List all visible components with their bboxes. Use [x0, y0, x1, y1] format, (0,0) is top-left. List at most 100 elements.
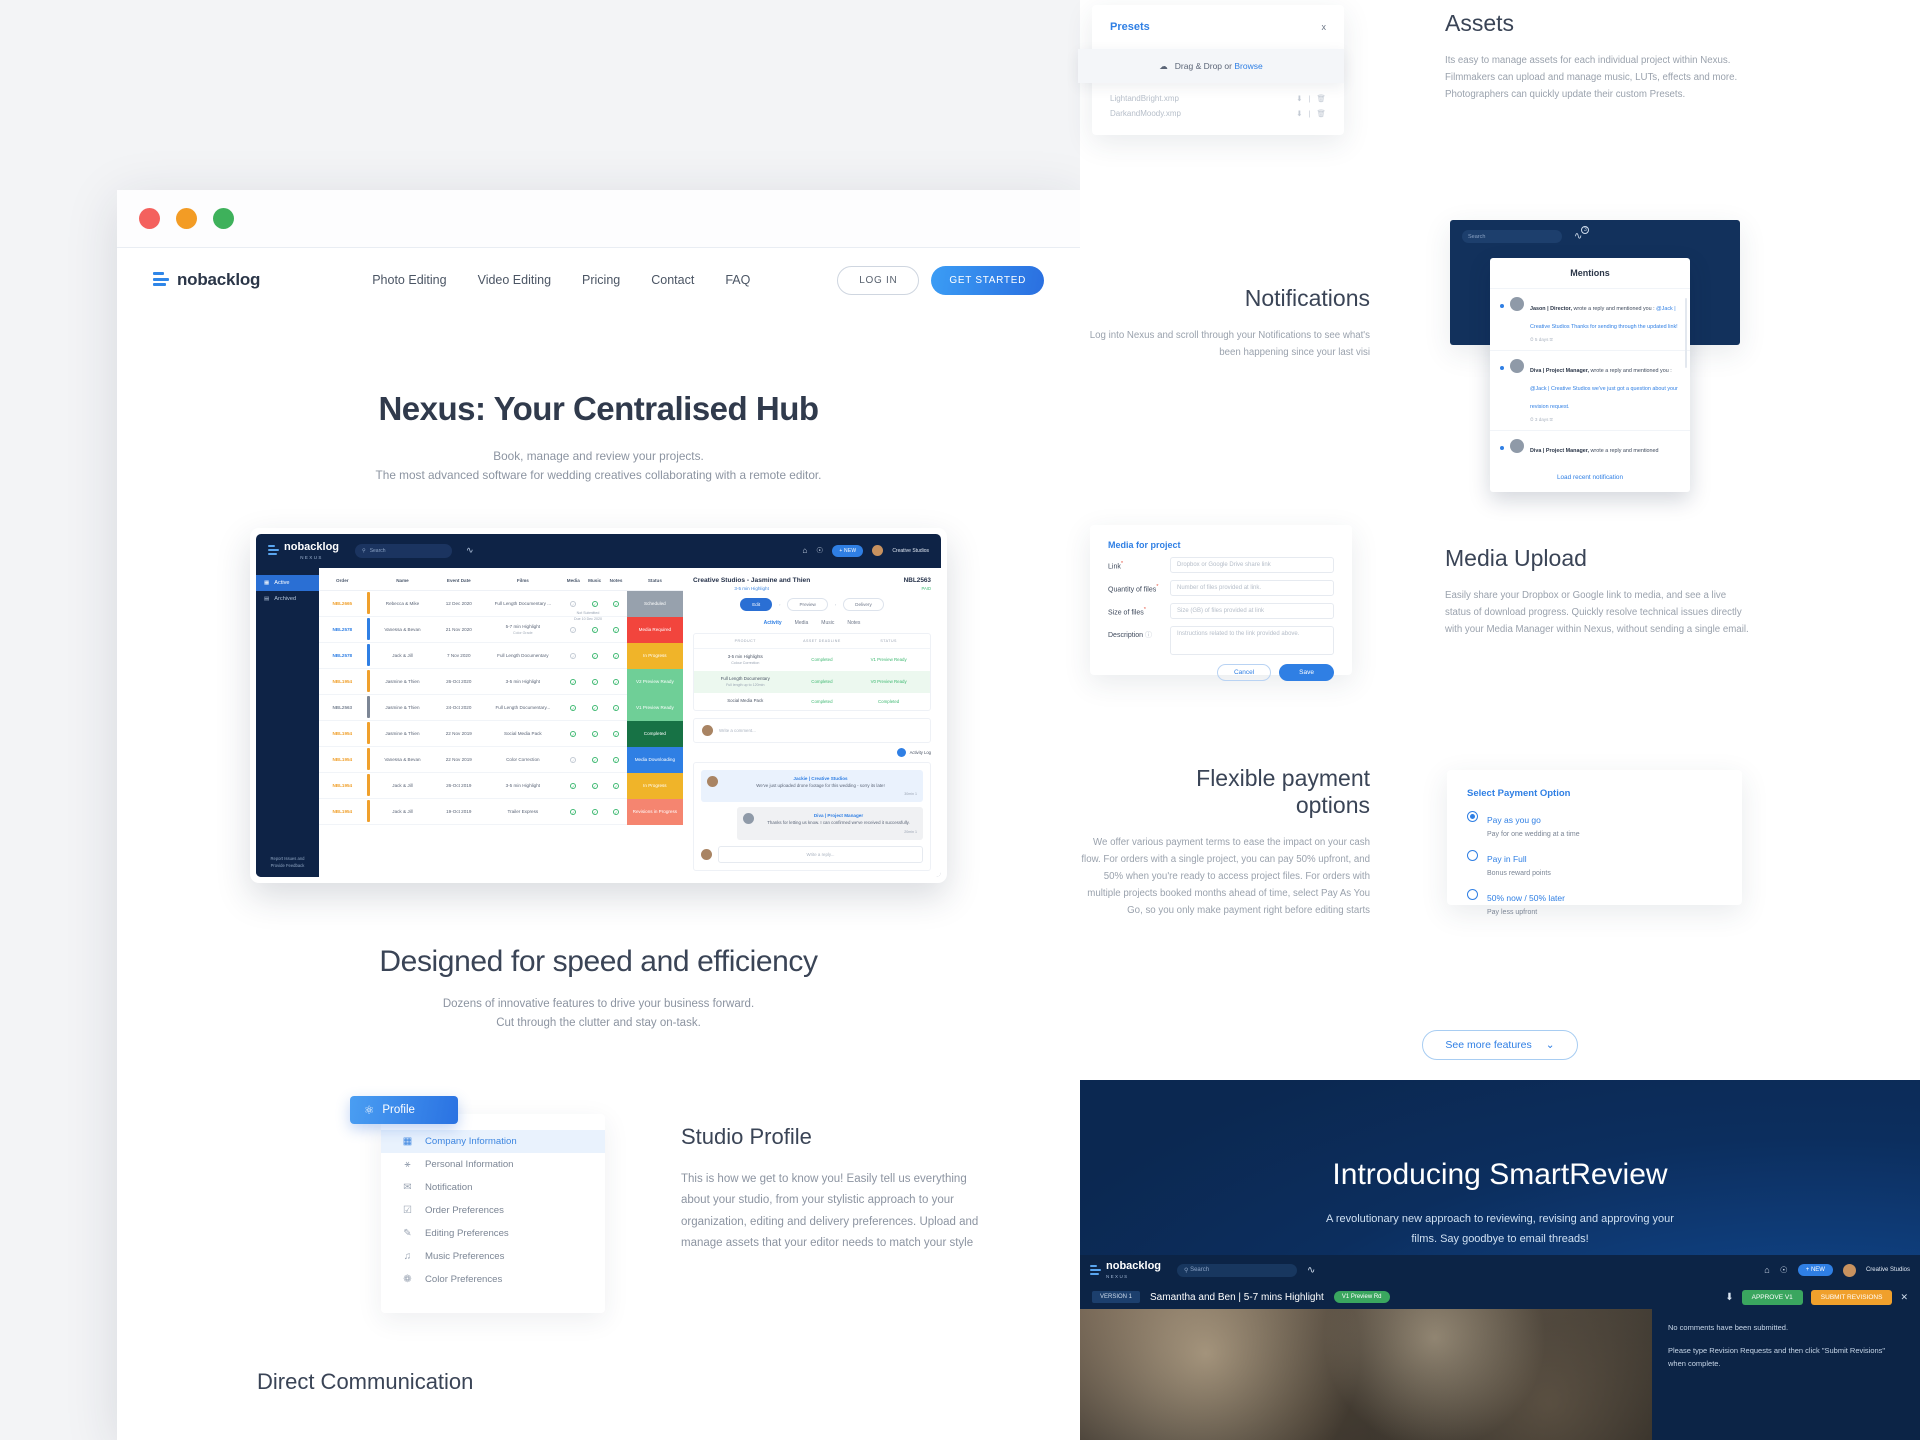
- media-status-icon[interactable]: ✓: [563, 678, 584, 685]
- notes-status-icon[interactable]: ✓: [605, 652, 626, 659]
- activity-pulse-icon[interactable]: ∿: [466, 545, 474, 556]
- music-status-icon[interactable]: ✓: [584, 678, 605, 685]
- product-row[interactable]: Social Media Pack Completed Completed: [694, 693, 930, 710]
- new-order-button[interactable]: + NEW: [832, 544, 864, 557]
- music-status-icon[interactable]: ✓: [584, 782, 605, 789]
- sidebar-item-active[interactable]: ▦ Active: [256, 574, 319, 591]
- activity-pulse-icon[interactable]: ∿ 3: [1574, 226, 1590, 242]
- payment-option[interactable]: Pay as you go Pay for one wedding at a ti…: [1447, 799, 1742, 838]
- field-input[interactable]: Number of files provided at link.: [1170, 580, 1334, 596]
- media-status-icon[interactable]: ✓: [563, 652, 584, 659]
- table-row[interactable]: NBL2578 Vanessa & Bevan 21 Nov 2020 5-7 min…: [319, 616, 684, 644]
- dashboard-search-input[interactable]: ⚲ Search: [355, 543, 453, 558]
- order-id[interactable]: NBL2578: [332, 653, 352, 658]
- table-row[interactable]: NBL1954 Jack & Jill 26-Oct 2019 3-5 min Hig…: [319, 772, 684, 800]
- notes-status-icon[interactable]: ✓: [605, 678, 626, 685]
- notes-status-icon[interactable]: ✓: [605, 782, 626, 789]
- close-icon[interactable]: [139, 208, 160, 229]
- avatar[interactable]: [1842, 1263, 1856, 1277]
- media-status-icon[interactable]: ✓: [563, 626, 584, 633]
- table-row[interactable]: NBL2563 Jasmine & Thien 24-Oct 2020 Full Le…: [319, 694, 684, 722]
- stage-pill-preview[interactable]: Preview: [787, 597, 828, 611]
- table-row[interactable]: NBL2578 Jack & Jill 7 Nov 2020 Full Length …: [319, 642, 684, 670]
- browse-link[interactable]: Browse: [1234, 61, 1262, 71]
- table-row[interactable]: NBL1954 Vanessa & Bevan 22 Nov 2019 Color C…: [319, 746, 684, 774]
- nav-link-video-editing[interactable]: Video Editing: [478, 273, 551, 287]
- field-input[interactable]: Instructions related to the link provide…: [1170, 626, 1334, 655]
- download-icon[interactable]: ⬇: [1296, 109, 1302, 118]
- cancel-button[interactable]: Cancel: [1216, 664, 1272, 681]
- order-id[interactable]: NBL1954: [332, 731, 352, 736]
- order-id[interactable]: NBL1954: [332, 783, 352, 788]
- tab-media[interactable]: Media: [795, 620, 809, 626]
- mention-item[interactable]: Diva | Project Manager, wrote a reply an…: [1490, 350, 1690, 430]
- maximize-icon[interactable]: [213, 208, 234, 229]
- stage-pill-delivery[interactable]: Delivery: [843, 597, 884, 611]
- payment-option[interactable]: 50% now / 50% later Pay less upfront: [1447, 877, 1742, 916]
- table-row[interactable]: NBL1954 Jack & Jill 19-Oct 2019 Trailer Exp…: [319, 798, 684, 826]
- trash-icon[interactable]: 🗑: [1316, 109, 1326, 118]
- activity-pulse-icon[interactable]: ∿: [1307, 1265, 1315, 1276]
- preset-dropzone[interactable]: ☁ Drag & Drop or Browse: [1078, 49, 1344, 83]
- sr-account-label[interactable]: Creative Studios: [1866, 1267, 1910, 1273]
- trash-icon[interactable]: 🗑: [1316, 94, 1326, 103]
- nav-link-photo-editing[interactable]: Photo Editing: [372, 273, 446, 287]
- profile-menu-item[interactable]: ⚹ Personal Information: [381, 1153, 605, 1176]
- order-id[interactable]: NBL2578: [332, 627, 352, 632]
- nav-link-pricing[interactable]: Pricing: [582, 273, 620, 287]
- see-more-features-button[interactable]: See more features ⌄: [1422, 1030, 1578, 1060]
- profile-menu-item[interactable]: ▦ Company Information: [381, 1130, 605, 1153]
- profile-tab[interactable]: ⚛ Profile: [350, 1096, 458, 1124]
- approve-button[interactable]: APPROVE V1: [1741, 1289, 1803, 1305]
- notes-status-icon[interactable]: ✓: [605, 600, 626, 607]
- music-status-icon[interactable]: ✓: [584, 600, 605, 607]
- music-status-icon[interactable]: ✓: [584, 704, 605, 711]
- music-status-icon[interactable]: ✓: [584, 652, 605, 659]
- scrollbar[interactable]: [1685, 298, 1687, 368]
- media-status-icon[interactable]: ✓: [563, 600, 584, 607]
- submit-revisions-button[interactable]: SUBMIT REVISIONS: [1810, 1289, 1893, 1305]
- home-icon[interactable]: ⌂: [802, 546, 807, 555]
- table-row[interactable]: NBL2665 Rebecca & Mike 12 Dec 2020 Full Len…: [319, 590, 684, 618]
- profile-menu-item[interactable]: ♫ Music Preferences: [381, 1245, 605, 1268]
- music-status-icon[interactable]: ✓: [584, 756, 605, 763]
- sidebar-item-archived[interactable]: ▤ Archived: [256, 591, 319, 607]
- col-event-date[interactable]: Event Date: [435, 578, 484, 584]
- media-status-icon[interactable]: ✓: [563, 808, 584, 815]
- get-started-button[interactable]: GET STARTED: [931, 265, 1044, 295]
- order-id[interactable]: NBL1954: [332, 757, 352, 762]
- nav-link-contact[interactable]: Contact: [651, 273, 694, 287]
- field-input[interactable]: Size (GB) of files provided at link: [1170, 603, 1334, 619]
- log-in-button[interactable]: LOG IN: [837, 265, 920, 295]
- load-recent-notification-link[interactable]: Load recent notification: [1490, 465, 1690, 492]
- profile-menu-item[interactable]: ☑ Order Preferences: [381, 1199, 605, 1222]
- tab-notes[interactable]: Notes: [847, 620, 860, 626]
- order-id[interactable]: NBL2563: [332, 705, 352, 710]
- video-preview[interactable]: [1080, 1309, 1652, 1440]
- music-status-icon[interactable]: ✓: [584, 626, 605, 633]
- nav-link-faq[interactable]: FAQ: [725, 273, 750, 287]
- col-name[interactable]: Name: [370, 578, 434, 584]
- download-icon[interactable]: ⬇: [1296, 94, 1302, 103]
- home-icon[interactable]: ⌂: [1764, 1265, 1769, 1275]
- notes-status-icon[interactable]: ✓: [605, 704, 626, 711]
- close-icon[interactable]: ✕: [1900, 1292, 1908, 1303]
- avatar[interactable]: [872, 545, 884, 557]
- stage-pill-edit[interactable]: Edit: [740, 597, 773, 611]
- media-status-icon[interactable]: ✓: [563, 730, 584, 737]
- profile-menu-item[interactable]: ❁ Color Preferences: [381, 1268, 605, 1291]
- profile-menu-item[interactable]: ✉ Notification: [381, 1176, 605, 1199]
- bell-icon[interactable]: ☉: [816, 546, 823, 555]
- col-order[interactable]: Order: [319, 578, 366, 584]
- save-button[interactable]: Save: [1279, 664, 1334, 681]
- bell-icon[interactable]: ☉: [1780, 1265, 1788, 1276]
- report-issues-link[interactable]: Report Issues and Provide Feedback: [256, 848, 319, 877]
- nexus-search-input[interactable]: Search: [1462, 230, 1562, 243]
- notes-status-icon[interactable]: ✓: [605, 626, 626, 633]
- order-id[interactable]: NBL2665: [332, 601, 352, 606]
- notes-status-icon[interactable]: ✓: [605, 756, 626, 763]
- product-row[interactable]: Full Length Documentary Full length up to…: [694, 670, 930, 693]
- notes-status-icon[interactable]: ✓: [605, 730, 626, 737]
- radio-button[interactable]: [1467, 889, 1478, 900]
- media-status-icon[interactable]: ✓: [563, 704, 584, 711]
